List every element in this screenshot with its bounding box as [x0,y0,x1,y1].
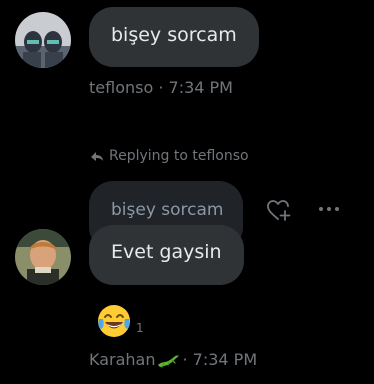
message-meta: Karahan · 7:34 PM [89,350,257,369]
replying-to-label[interactable]: Replying to teflonso [89,148,249,164]
message-bubble[interactable]: Evet gaysin [89,225,244,285]
message-meta: teflonso · 7:34 PM [89,78,233,97]
avatar-image [15,229,71,285]
reply-arrow-icon [91,152,103,161]
avatar-teflonso[interactable] [15,12,71,68]
reaction-badge[interactable]: 1 [96,303,144,339]
message-text: bişey sorcam [111,24,237,46]
quoted-message-text: bişey sorcam [111,200,224,220]
heart-plus-icon[interactable] [266,198,292,222]
message-time: · 7:34 PM [182,350,258,369]
reaction-count: 1 [136,321,144,335]
lizard-emoji-icon [158,354,179,368]
avatar-image [15,12,71,68]
message-bubble[interactable]: bişey sorcam [89,7,259,67]
replying-to-text: Replying to teflonso [109,148,249,164]
tears-of-joy-emoji-icon [98,305,130,337]
avatar-karahan[interactable] [15,229,71,285]
author-name[interactable]: Karahan [89,350,155,369]
more-horizontal-icon[interactable] [316,200,342,218]
message-text: Evet gaysin [111,241,222,263]
